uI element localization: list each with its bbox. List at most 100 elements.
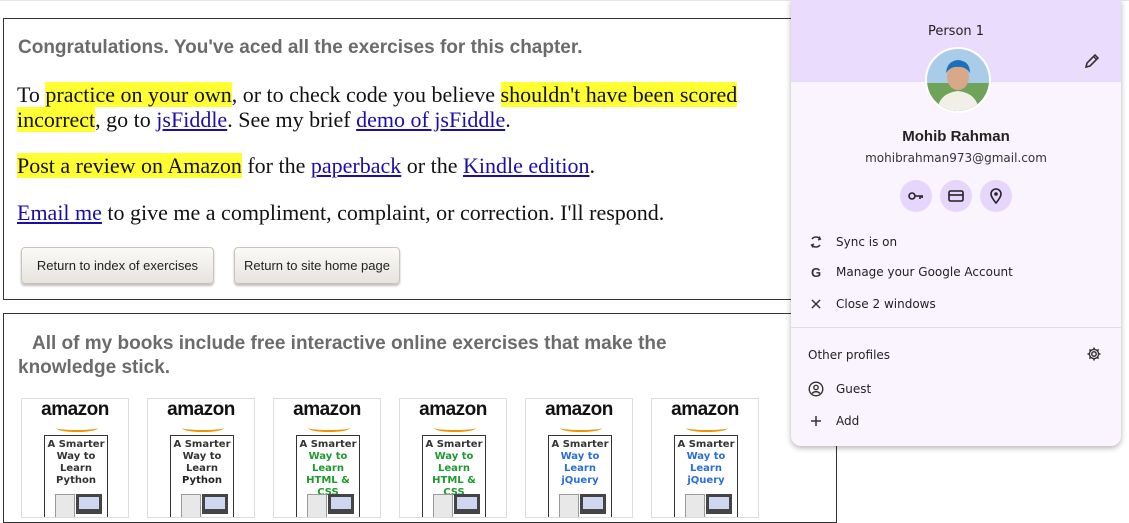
device-image [181,494,201,517]
book-title: A Smarter Way to Learn jQuery [675,439,737,487]
text: , go to [95,107,157,132]
book-title-line: A Smarter [173,439,231,450]
book-title-line: Way to [56,451,96,462]
book-title-line: Learn [564,463,596,474]
amazon-logo: amazon [167,399,235,420]
jsfiddle-link[interactable]: jsFiddle [156,107,227,132]
text: To [17,82,46,107]
text: . [505,107,511,132]
book-cover[interactable]: amazon A Smarter Way to Learn Python [147,398,255,518]
email-link[interactable]: Email me [17,200,102,225]
amazon-smile-icon [308,424,350,432]
device-image [454,494,480,514]
device-image [328,494,354,514]
review-paragraph: Post a review on Amazon for the paperbac… [17,153,595,178]
book-title: A Smarter Way to Learn Python [171,439,233,487]
manage-account-label: Manage your Google Account [836,265,1013,279]
kindle-link[interactable]: Kindle edition [463,153,589,178]
sync-icon [808,234,824,250]
amazon-logo: amazon [419,399,487,420]
book-title-line: Way to [434,451,474,462]
credit-card-icon[interactable] [940,180,972,212]
book-title-line: Learn [438,463,470,474]
book-title-line: jQuery [687,475,725,486]
amazon-smile-icon [686,424,728,432]
key-icon[interactable] [900,180,932,212]
edit-pencil-icon[interactable] [1083,52,1101,70]
amazon-logo: amazon [293,399,361,420]
book-title-line: A Smarter [47,439,105,450]
amazon-smile-icon [56,424,98,432]
book-title-line: A Smarter [677,439,735,450]
add-profile-row[interactable]: Add [791,406,1121,436]
book-title-line: Python [182,475,222,486]
highlight: incorrect [17,107,96,132]
book-title-line: jQuery [561,475,599,486]
book-title: A Smarter Way to Learn Python [45,439,107,487]
guest-row[interactable]: Guest [791,374,1121,404]
book-title-line: Python [56,475,96,486]
close-icon [808,296,824,312]
amazon-logo: amazon [41,399,109,420]
amazon-smile-icon [560,424,602,432]
text: to give me a compliment, complaint, or c… [101,200,665,225]
book-title-line: Learn [60,463,92,474]
manage-account-row[interactable]: G Manage your Google Account [791,257,1121,287]
book-cover[interactable]: amazon A Smarter Way to Learn Python [21,398,129,518]
book-cover-art: A Smarter Way to Learn jQuery [674,435,738,517]
device-image [76,494,102,514]
device-image [55,494,75,517]
avatar [925,47,991,113]
amazon-logo: amazon [545,399,613,420]
book-title-line: Way to [686,451,726,462]
highlight: shouldn't have been scored [500,82,738,107]
location-pin-icon[interactable] [980,180,1012,212]
return-index-button[interactable]: Return to index of exercises [21,247,214,284]
book-title: A Smarter Way to Learn HTML & CSS [423,439,485,499]
book-cover-art: A Smarter Way to Learn HTML & CSS [422,435,486,517]
user-name: Mohib Rahman [902,128,1010,145]
book-title-line: Way to [560,451,600,462]
book-title: A Smarter Way to Learn HTML & CSS [297,439,359,499]
book-title-line: Learn [690,463,722,474]
guest-icon [808,381,824,397]
practice-paragraph: To practice on your own, or to check cod… [17,82,738,107]
book-title-line: A Smarter [299,439,357,450]
book-cover[interactable]: amazon A Smarter Way to Learn HTML & CSS [273,398,381,518]
person-label: Person 1 [927,24,985,39]
profile-menu-panel: Person 1 Mohib Rahman mohibrahman973@gma… [791,0,1121,446]
book-cover[interactable]: amazon A Smarter Way to Learn jQuery [651,398,759,518]
book-title-line: Learn [186,463,218,474]
return-home-button[interactable]: Return to site home page [234,247,400,284]
book-title-line: Way to [182,451,222,462]
device-image [307,494,327,517]
device-image [433,494,453,517]
guest-label: Guest [836,382,872,396]
device-image [202,494,228,514]
highlight: Post a review on Amazon [17,153,242,178]
gear-icon[interactable] [1086,346,1102,362]
book-cover-art: A Smarter Way to Learn jQuery [548,435,612,517]
close-windows-row[interactable]: Close 2 windows [791,289,1121,319]
jsfiddle-demo-link[interactable]: demo of jsFiddle [356,107,505,132]
book-cover-art: A Smarter Way to Learn Python [170,435,234,517]
device-image [580,494,606,514]
device-image [706,494,732,514]
book-cover-art: A Smarter Way to Learn Python [44,435,108,517]
add-profile-label: Add [836,414,860,428]
highlight: practice on your own [45,82,232,107]
plus-icon [808,413,824,429]
text: . [589,153,595,178]
book-cover[interactable]: amazon A Smarter Way to Learn HTML & CSS [399,398,507,518]
congrats-heading: Congratulations. You've aced all the exe… [18,37,583,58]
sync-row[interactable]: Sync is on [791,227,1121,257]
book-title-line: A Smarter [551,439,609,450]
text: , or to check code you believe [231,82,501,107]
divider [791,327,1121,328]
practice-paragraph-line2: incorrect, go to jsFiddle. See my brief … [17,107,511,132]
book-cover[interactable]: amazon A Smarter Way to Learn jQuery [525,398,633,518]
book-title: A Smarter Way to Learn jQuery [549,439,611,487]
paperback-link[interactable]: paperback [311,153,401,178]
text: . See my brief [227,107,357,132]
amazon-smile-icon [434,424,476,432]
